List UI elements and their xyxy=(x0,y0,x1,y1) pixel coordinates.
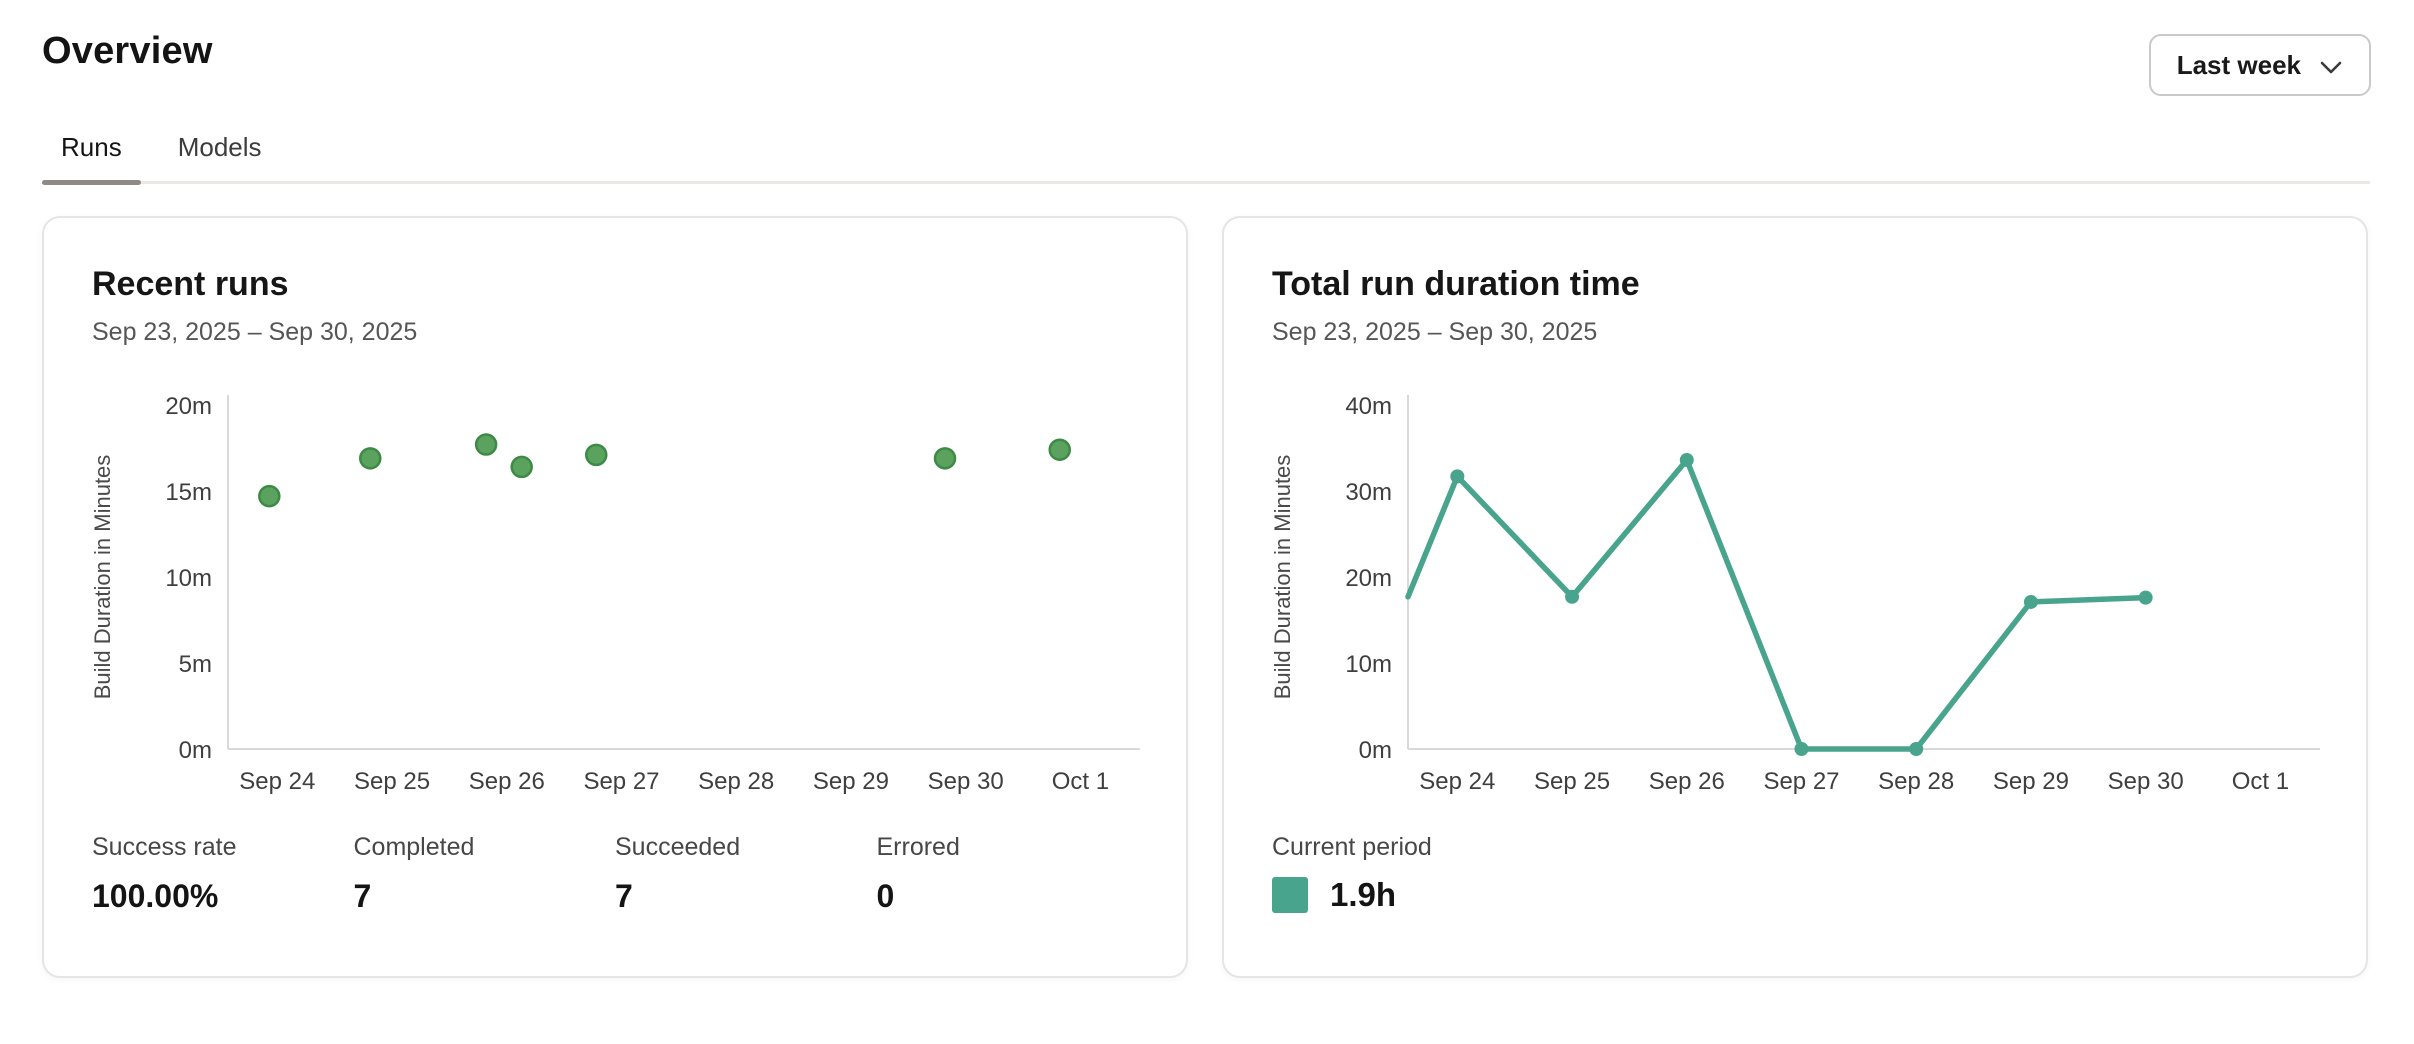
stat-value: 100.00% xyxy=(92,878,354,915)
cards-row: Recent runs Sep 23, 2025 – Sep 30, 2025 … xyxy=(0,184,2414,978)
svg-text:30m: 30m xyxy=(1345,479,1392,506)
svg-text:10m: 10m xyxy=(165,565,212,592)
legend-row: 1.9h xyxy=(1272,876,2318,914)
svg-text:5m: 5m xyxy=(179,651,212,678)
date-range: Sep 23, 2025 – Sep 30, 2025 xyxy=(1272,318,2318,347)
page-header: Overview Last week xyxy=(0,0,2414,96)
stat-success-rate: Success rate 100.00% xyxy=(92,833,354,915)
card-title: Recent runs xyxy=(92,262,1138,306)
svg-text:Sep 26: Sep 26 xyxy=(469,768,545,795)
stat-label: Success rate xyxy=(92,833,354,862)
stat-succeeded: Succeeded 7 xyxy=(615,833,877,915)
stat-value: 7 xyxy=(615,878,877,915)
svg-text:Sep 27: Sep 27 xyxy=(1763,768,1839,795)
stats-row: Success rate 100.00% Completed 7 Succeed… xyxy=(92,833,1138,915)
tab-models[interactable]: Models xyxy=(159,126,281,181)
tab-runs[interactable]: Runs xyxy=(42,126,141,181)
legend-value: 1.9h xyxy=(1330,876,1396,914)
page-title: Overview xyxy=(42,30,213,73)
svg-text:Sep 28: Sep 28 xyxy=(1878,768,1954,795)
stat-label: Succeeded xyxy=(615,833,877,862)
recent-runs-card: Recent runs Sep 23, 2025 – Sep 30, 2025 … xyxy=(42,216,1188,978)
svg-text:Build Duration in Minutes: Build Duration in Minutes xyxy=(1272,455,1295,700)
svg-text:Sep 30: Sep 30 xyxy=(2108,768,2184,795)
svg-text:20m: 20m xyxy=(165,393,212,420)
recent-runs-scatter-chart: 0m 5m 10m 15m 20m Sep 24 Sep 25 Sep 26 Sep 27 Sep… xyxy=(92,387,1140,807)
svg-text:15m: 15m xyxy=(165,479,212,506)
total-run-duration-card: Total run duration time Sep 23, 2025 – S… xyxy=(1222,216,2368,978)
chevron-down-icon xyxy=(2319,51,2343,82)
card-title: Total run duration time xyxy=(1272,262,2318,306)
svg-text:Sep 25: Sep 25 xyxy=(1534,768,1610,795)
svg-text:40m: 40m xyxy=(1345,393,1392,420)
svg-text:Sep 27: Sep 27 xyxy=(583,768,659,795)
tab-runs-label: Runs xyxy=(61,132,122,162)
stat-errored: Errored 0 xyxy=(877,833,1139,915)
stat-value: 7 xyxy=(354,878,616,915)
svg-text:20m: 20m xyxy=(1345,565,1392,592)
chart-legend: Current period 1.9h xyxy=(1272,833,2318,914)
tab-models-label: Models xyxy=(178,132,262,162)
svg-text:Sep 25: Sep 25 xyxy=(354,768,430,795)
date-range: Sep 23, 2025 – Sep 30, 2025 xyxy=(92,318,1138,347)
svg-text:Sep 29: Sep 29 xyxy=(1993,768,2069,795)
stat-label: Completed xyxy=(354,833,616,862)
stat-value: 0 xyxy=(877,878,1139,915)
svg-text:Oct 1: Oct 1 xyxy=(1052,768,1109,795)
overview-page: Overview Last week Runs Models Recent ru… xyxy=(0,0,2414,1044)
svg-text:Sep 30: Sep 30 xyxy=(928,768,1004,795)
svg-text:Sep 24: Sep 24 xyxy=(239,768,315,795)
period-selector-value: Last week xyxy=(2177,50,2301,81)
total-run-duration-line-chart: 0m 10m 20m 30m 40m Sep 24 Sep 25 Sep 26 Sep 27 Se… xyxy=(1272,387,2320,807)
svg-text:Sep 29: Sep 29 xyxy=(813,768,889,795)
svg-text:10m: 10m xyxy=(1345,651,1392,678)
svg-text:Sep 26: Sep 26 xyxy=(1649,768,1725,795)
svg-text:0m: 0m xyxy=(179,737,212,764)
tabs: Runs Models xyxy=(42,126,2370,184)
stat-label: Errored xyxy=(877,833,1139,862)
period-selector[interactable]: Last week xyxy=(2149,34,2371,96)
stat-completed: Completed 7 xyxy=(354,833,616,915)
legend-swatch xyxy=(1272,877,1308,913)
svg-text:Build Duration in Minutes: Build Duration in Minutes xyxy=(92,455,115,700)
svg-text:0m: 0m xyxy=(1359,737,1392,764)
svg-text:Sep 28: Sep 28 xyxy=(698,768,774,795)
svg-text:Sep 24: Sep 24 xyxy=(1419,768,1495,795)
legend-label: Current period xyxy=(1272,833,2318,862)
svg-text:Oct 1: Oct 1 xyxy=(2232,768,2289,795)
